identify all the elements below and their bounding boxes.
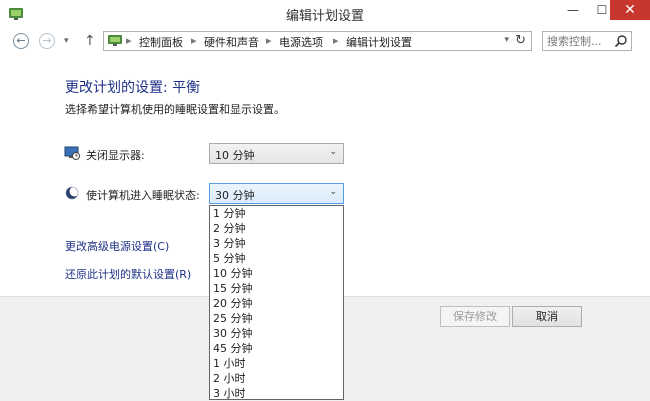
page-description: 选择希望计算机使用的睡眠设置和显示设置。 (65, 103, 285, 116)
dropdown-option[interactable]: 45 分钟 (210, 341, 343, 356)
sleep-value: 30 分钟 (215, 189, 255, 202)
chevron-down-icon: ⌄ (329, 187, 337, 197)
address-bar[interactable]: ▸ 控制面板 ▸ 硬件和声音 ▸ 电源选项 ▸ 编辑计划设置 ▾ ↻ (103, 31, 532, 51)
save-changes-button[interactable]: 保存修改 (440, 306, 510, 327)
search-icon[interactable] (614, 34, 628, 48)
title-bar: 编辑计划设置 — ☐ ✕ (0, 0, 650, 27)
cancel-button[interactable]: 取消 (512, 306, 582, 327)
dropdown-option[interactable]: 15 分钟 (210, 281, 343, 296)
dropdown-option[interactable]: 5 分钟 (210, 251, 343, 266)
breadcrumb-edit-plan[interactable]: 编辑计划设置 (346, 34, 412, 50)
dropdown-option[interactable]: 1 小时 (210, 356, 343, 371)
sleep-options-dropdown[interactable]: 1 分钟 2 分钟 3 分钟 5 分钟 10 分钟 15 分钟 20 分钟 25… (209, 205, 344, 400)
sleep-select[interactable]: 30 分钟 ⌄ (209, 183, 344, 204)
dropdown-option[interactable]: 3 小时 (210, 386, 343, 399)
restore-defaults-link[interactable]: 还原此计划的默认设置(R) (65, 266, 191, 282)
back-button[interactable]: ← (13, 33, 29, 49)
display-monitor-icon (64, 146, 80, 160)
dropdown-option[interactable]: 30 分钟 (210, 326, 343, 341)
page-title: 更改计划的设置: 平衡 (65, 80, 201, 96)
breadcrumb-power-options[interactable]: 电源选项 (279, 34, 323, 50)
window-title: 编辑计划设置 (285, 9, 364, 24)
breadcrumb-hardware-sound[interactable]: 硬件和声音 (204, 34, 259, 50)
advanced-power-settings-link[interactable]: 更改高级电源设置(C) (65, 238, 169, 254)
display-off-value: 10 分钟 (215, 149, 255, 162)
dropdown-option[interactable]: 1 分钟 (210, 206, 343, 221)
dropdown-option[interactable]: 20 分钟 (210, 296, 343, 311)
moon-sleep-icon (65, 186, 80, 200)
breadcrumb-separator[interactable]: ▸ (333, 34, 339, 47)
breadcrumb-separator[interactable]: ▸ (126, 34, 132, 47)
recent-locations-chevron-down-icon[interactable]: ▾ (64, 36, 69, 46)
dropdown-option[interactable]: 2 小时 (210, 371, 343, 386)
control-panel-icon (108, 35, 122, 46)
search-box[interactable] (542, 31, 632, 51)
navigation-bar: ← → ▾ ↑ ▸ 控制面板 ▸ 硬件和声音 ▸ 电源选项 ▸ 编辑计划设置 ▾… (0, 27, 650, 56)
display-off-select[interactable]: 10 分钟 ⌄ (209, 143, 344, 164)
dropdown-option[interactable]: 3 分钟 (210, 236, 343, 251)
breadcrumb-control-panel[interactable]: 控制面板 (139, 34, 183, 50)
minimize-button[interactable]: — (558, 0, 588, 20)
search-input[interactable] (547, 33, 611, 49)
forward-button[interactable]: → (39, 33, 55, 49)
sleep-label: 使计算机进入睡眠状态: (86, 189, 200, 202)
dropdown-option[interactable]: 25 分钟 (210, 311, 343, 326)
dropdown-option[interactable]: 10 分钟 (210, 266, 343, 281)
chevron-down-icon: ⌄ (329, 147, 337, 157)
up-button[interactable]: ↑ (84, 33, 96, 49)
refresh-icon[interactable]: ↻ (515, 33, 526, 48)
address-dropdown-chevron-down-icon[interactable]: ▾ (504, 35, 509, 45)
close-button[interactable]: ✕ (610, 0, 650, 20)
breadcrumb-separator[interactable]: ▸ (266, 34, 272, 47)
display-off-label: 关闭显示器: (86, 149, 145, 162)
dropdown-option[interactable]: 2 分钟 (210, 221, 343, 236)
breadcrumb-separator[interactable]: ▸ (191, 34, 197, 47)
